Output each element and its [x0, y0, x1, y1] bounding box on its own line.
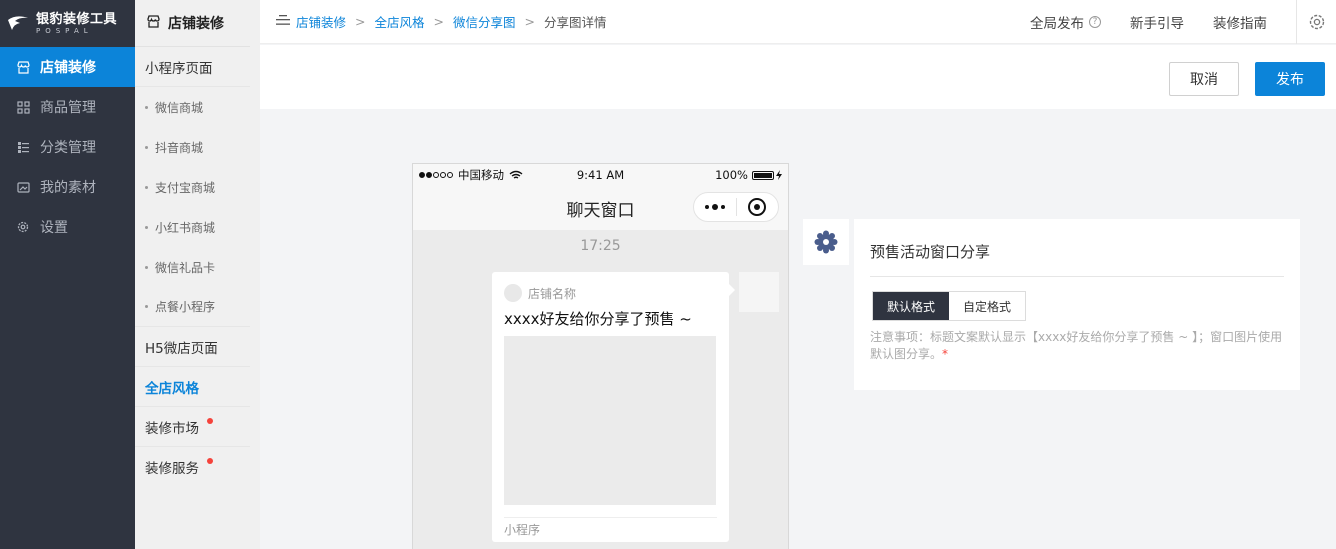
top-bar: 店铺装修 > 全店风格 > 微信分享图 > 分享图详情 全局发布 ? 新手引导 …: [260, 0, 1336, 44]
tab-custom-format[interactable]: 自定格式: [949, 292, 1026, 320]
phone-status-bar: 中国移动 9:41 AM 100%: [413, 164, 788, 186]
publish-all-link[interactable]: 全局发布 ?: [1030, 12, 1101, 32]
user-avatar: [739, 272, 779, 312]
new-badge-dot: [207, 458, 213, 464]
miniapp-footer-label: 小程序: [504, 517, 717, 538]
breadcrumb-link-store-style[interactable]: 全店风格: [375, 12, 425, 31]
store-avatar: [504, 284, 522, 302]
sidebar-item-label: 商品管理: [40, 100, 96, 116]
brand-sub: POSPAL: [36, 26, 93, 35]
submenu-item-alipay-mall[interactable]: 支付宝商城: [135, 167, 260, 207]
share-message-title: xxxx好友给你分享了预售 ~: [504, 310, 692, 328]
submenu-item-wechat-mall[interactable]: 微信商城: [135, 87, 260, 127]
list-icon: [16, 140, 30, 154]
decoration-manual-link[interactable]: 装修指南: [1213, 12, 1267, 32]
breadcrumb-link-store-decoration[interactable]: 店铺装修: [296, 12, 346, 31]
share-settings-panel: 预售活动窗口分享 默认格式 自定格式 注意事项：标题文案默认显示【xxxx好友给…: [854, 219, 1300, 390]
help-circle-icon[interactable]: ?: [1089, 16, 1101, 28]
panel-title: 预售活动窗口分享: [870, 243, 991, 261]
store-icon: [16, 60, 30, 74]
leopard-logo-icon: [8, 15, 28, 30]
chat-window-title: 聊天窗口: [566, 200, 635, 221]
submenu-group-h5[interactable]: H5微店页面: [135, 327, 250, 367]
sidebar-item-settings[interactable]: 设置: [0, 207, 135, 247]
breadcrumb-current: 分享图详情: [544, 15, 607, 30]
brand-logo[interactable]: 银豹装修工具 POSPAL: [0, 0, 135, 47]
sidebar-item-categories[interactable]: 分类管理: [0, 127, 135, 167]
gear-icon: [16, 220, 30, 234]
breadcrumb-link-wechat-share[interactable]: 微信分享图: [453, 12, 516, 31]
sidebar-item-products[interactable]: 商品管理: [0, 87, 135, 127]
sidebar-item-label: 分类管理: [40, 140, 96, 156]
required-star: *: [942, 347, 949, 361]
phone-preview: 中国移动 9:41 AM 100% 聊天窗口 17:25 店铺名称 xxxx好友…: [412, 163, 789, 549]
battery-percent: 100%: [715, 168, 748, 182]
beginner-guide-link[interactable]: 新手引导: [1130, 12, 1184, 32]
sidebar-item-label: 设置: [40, 220, 68, 236]
menu-lines-icon: [276, 14, 290, 29]
wifi-icon: [509, 170, 523, 179]
store-name: 店铺名称: [528, 286, 577, 301]
submenu-item-wechat-giftcard[interactable]: 微信礼品卡: [135, 247, 260, 287]
more-dots-icon[interactable]: [694, 193, 736, 221]
submenu-group-market[interactable]: 装修市场: [135, 407, 250, 447]
new-badge-dot: [207, 418, 213, 424]
image-icon: [16, 180, 30, 194]
submenu-title: 店铺装修: [135, 0, 250, 47]
share-message-card: 店铺名称 xxxx好友给你分享了预售 ~ 小程序: [492, 272, 735, 542]
share-image-placeholder: [504, 336, 716, 505]
settings-gear-icon[interactable]: [1296, 0, 1336, 44]
submenu-item-ordering-miniapp[interactable]: 点餐小程序: [135, 287, 250, 327]
tab-default-format[interactable]: 默认格式: [873, 292, 950, 320]
submenu-title-label: 店铺装修: [168, 16, 224, 32]
format-toggle: 默认格式 自定格式: [872, 291, 1027, 321]
panel-note: 注意事项：标题文案默认显示【xxxx好友给你分享了预售 ~ 】；窗口图片使用默认…: [870, 330, 1283, 361]
action-bar: 取消 发布: [260, 45, 1336, 109]
grid-icon: [16, 100, 30, 114]
publish-button[interactable]: 发布: [1255, 62, 1325, 96]
brand-name: 银豹装修工具: [36, 11, 118, 27]
breadcrumb: 店铺装修 > 全店风格 > 微信分享图 > 分享图详情: [260, 12, 607, 31]
submenu-item-xiaohongshu-mall[interactable]: 小红书商城: [135, 207, 260, 247]
charging-icon: [776, 170, 782, 180]
carrier-label: 中国移动: [458, 168, 504, 182]
battery-icon: [752, 170, 774, 180]
secondary-menu: 店铺装修 小程序页面 微信商城 抖音商城 支付宝商城 小红书商城 微信礼品卡 点…: [135, 0, 260, 549]
submenu-group-service[interactable]: 装修服务: [135, 447, 250, 487]
main-sidebar: 银豹装修工具 POSPAL 店铺装修 商品管理 分类管理 我的素材 设置: [0, 0, 135, 549]
store-icon: [147, 14, 160, 32]
chat-timestamp: 17:25: [580, 238, 621, 254]
sidebar-item-materials[interactable]: 我的素材: [0, 167, 135, 207]
close-target-icon[interactable]: [737, 193, 779, 221]
submenu-group-miniapp[interactable]: 小程序页面: [135, 47, 250, 87]
submenu-item-douyin-mall[interactable]: 抖音商城: [135, 127, 260, 167]
sidebar-item-store-decoration[interactable]: 店铺装修: [0, 47, 135, 87]
submenu-group-store-style[interactable]: 全店风格: [135, 367, 250, 407]
signal-icon: [419, 172, 454, 178]
component-settings-icon[interactable]: [803, 219, 849, 265]
sidebar-item-label: 店铺装修: [40, 60, 96, 76]
miniapp-capsule: [693, 192, 779, 222]
sidebar-item-label: 我的素材: [40, 180, 96, 196]
cancel-button[interactable]: 取消: [1169, 62, 1239, 96]
